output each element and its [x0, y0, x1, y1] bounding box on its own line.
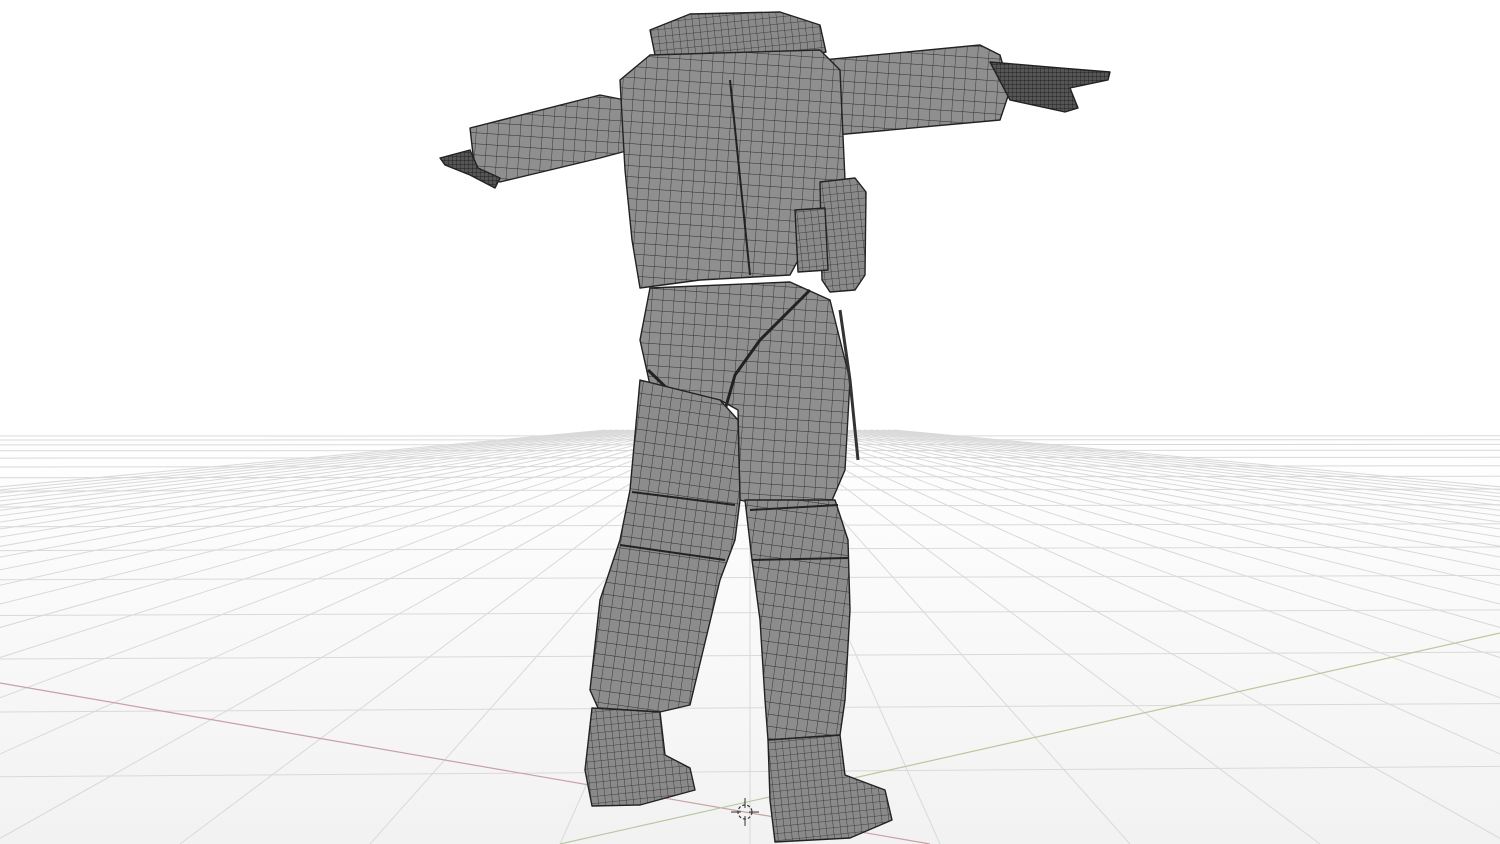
vest-pouch-small[interactable] [794, 207, 829, 273]
3d-viewport[interactable] [0, 0, 1500, 844]
